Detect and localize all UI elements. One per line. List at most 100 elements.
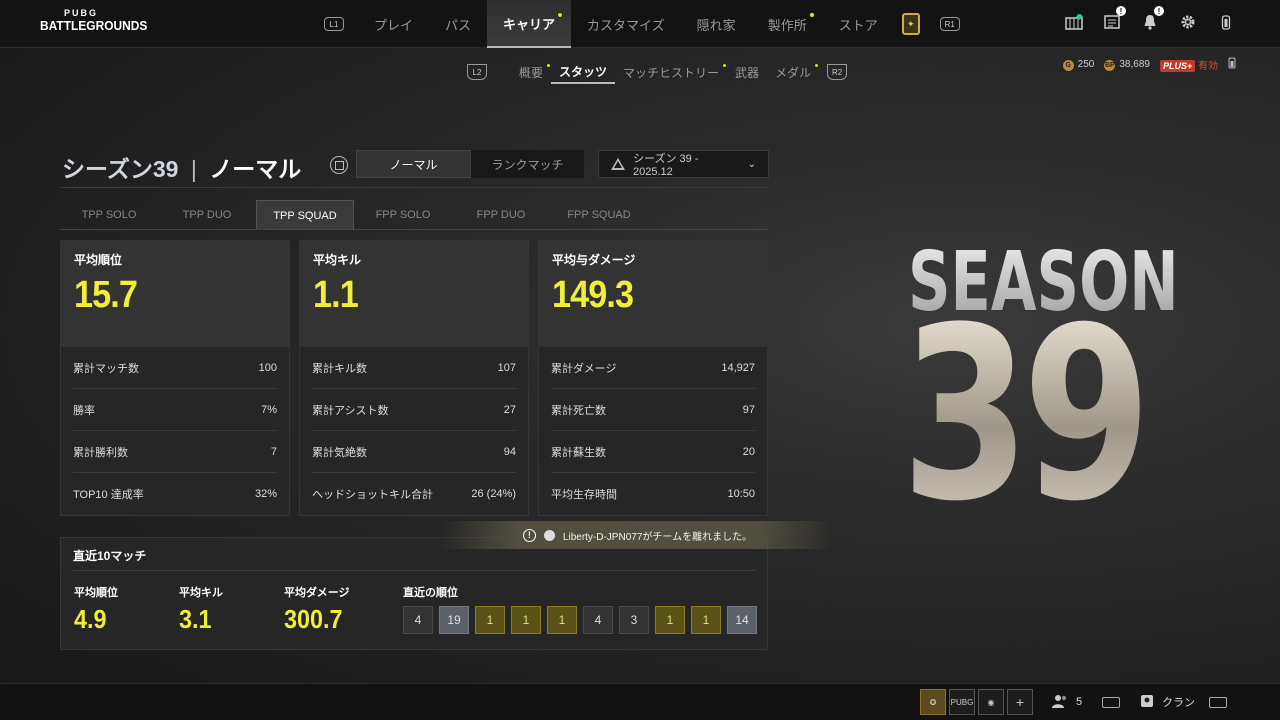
recent-ranks-label-wrap: 直近の順位 [403, 584, 458, 600]
recent-title: 直近10マッチ [73, 549, 147, 563]
subnav-item-3[interactable]: 武器 [727, 60, 767, 84]
tab-tpp-squad[interactable]: TPP SQUAD [256, 200, 354, 230]
gcoin-value: 250 [1077, 58, 1095, 70]
recent-avg-damage-label: 平均ダメージ [284, 587, 350, 599]
mode-toggle[interactable]: ノーマル ランクマッチ [356, 150, 584, 178]
recent-ranks-label: 直近の順位 [403, 587, 458, 599]
subnav-item-2[interactable]: マッチヒストリー [615, 60, 728, 84]
stat-row-value: 107 [497, 361, 516, 374]
gear-icon[interactable] [1178, 12, 1198, 32]
nav-item-label: プレイ [374, 17, 414, 33]
stat-row-label: 累計アシスト数 [312, 404, 389, 417]
plus-badge: PLUS+ [1159, 60, 1196, 72]
main-nav: L1 プレイ パス キャリア カスタマイズ 隠れ家 製作所 ストア ✦ R1 [322, 0, 962, 48]
plus-status: 有効 [1198, 61, 1218, 72]
recent-avg-kill: 平均キル 3.1 [179, 584, 223, 635]
stat-row-label: 累計勝利数 [73, 446, 128, 459]
stat-row-value: 20 [742, 445, 755, 458]
stat-card-label: 平均与ダメージ [552, 253, 636, 267]
tab-tpp-solo[interactable]: TPP SOLO [60, 200, 158, 230]
clan-label: クラン [1162, 697, 1195, 709]
party-icon [1052, 694, 1068, 711]
stat-row-value: 94 [503, 445, 516, 458]
stat-row-label: 累計気絶数 [312, 446, 367, 459]
gcoin-icon: G [1062, 59, 1074, 71]
title-separator: | [190, 156, 197, 182]
nav-item-label: ストア [838, 17, 878, 33]
stat-row-label: 勝率 [73, 404, 95, 417]
nav-item-label: 製作所 [767, 17, 807, 33]
tab-fpp-squad[interactable]: FPP SQUAD [550, 200, 648, 230]
emblem-group: ✪ PUBG ◉ + [920, 688, 1033, 716]
inventory-icon[interactable] [1064, 12, 1084, 32]
r1-button-hint[interactable]: R1 [939, 17, 960, 31]
l2-button-hint[interactable]: L2 [467, 64, 487, 80]
subnav-item-label: スタッツ [559, 64, 608, 79]
nameplate-icon[interactable]: ◉ [978, 689, 1004, 715]
bp-display: BP 38,689 [1104, 59, 1150, 71]
subnav-item-label: 概要 [519, 65, 544, 80]
stats-title-row: シーズン39 | ノーマル ノーマル ランクマッチ シーズン 39 - 2025… [62, 150, 769, 188]
stat-row: 平均生存時間 10:50 [551, 473, 755, 515]
nav-item-0[interactable]: プレイ [358, 0, 429, 48]
l1-button-hint[interactable]: L1 [324, 17, 344, 31]
top-icons: ! ! [1064, 6, 1236, 32]
nav-item-1[interactable]: パス [429, 0, 487, 48]
mode-normal-button[interactable]: ノーマル [356, 150, 471, 178]
add-icon[interactable]: + [1007, 689, 1033, 715]
nav-item-3[interactable]: カスタマイズ [571, 0, 681, 48]
stat-row-label: 累計蘇生数 [551, 446, 606, 459]
nav-item-6[interactable]: ストア [823, 0, 894, 48]
gcoin-display: G 250 [1062, 58, 1095, 71]
stat-row-value: 27 [503, 403, 516, 416]
recent-rank-badge: 1 [691, 606, 721, 634]
tab-tpp-duo[interactable]: TPP DUO [158, 200, 256, 230]
stat-card: 平均順位 15.7 累計マッチ数 100 勝率 7% 累計勝利数 7 TOP10 達成率 32% [60, 240, 290, 516]
nav-item-label: 隠れ家 [696, 17, 736, 33]
subnav-item-label: マッチヒストリー [623, 65, 720, 80]
stat-card-value: 149.3 [552, 274, 634, 316]
clan-group[interactable]: クラン [1140, 688, 1227, 716]
stat-card-head: 平均キル 1.1 [300, 241, 528, 347]
subnav-item-4[interactable]: メダル [767, 60, 820, 84]
stat-row: 累計アシスト数 27 [312, 389, 516, 431]
bell-icon[interactable]: ! [1140, 6, 1164, 32]
recent-rank-badge: 1 [547, 606, 577, 634]
nav-item-2[interactable]: キャリア [487, 0, 572, 48]
stat-row: ヘッドショットキル合計 26 (24%) [312, 473, 516, 515]
recent-rank-badge: 1 [655, 606, 685, 634]
recent-rank-badge: 1 [511, 606, 541, 634]
stat-row: 累計気絶数 94 [312, 431, 516, 473]
stat-row: 累計キル数 107 [312, 347, 516, 389]
recent-rank-badge: 4 [583, 606, 613, 634]
emblem-icon[interactable]: ✪ [920, 689, 946, 715]
stat-row-label: 累計ダメージ [551, 362, 617, 375]
nav-item-4[interactable]: 隠れ家 [681, 0, 752, 48]
stat-row: 累計マッチ数 100 [73, 347, 277, 389]
tab-fpp-duo[interactable]: FPP DUO [452, 200, 550, 230]
sub-nav: L2 概要 スタッツ マッチヒストリー 武器 メダル R2 [465, 60, 849, 84]
news-icon[interactable]: ! [1102, 6, 1126, 32]
subnav-item-label: 武器 [735, 65, 760, 80]
stat-card-head: 平均与ダメージ 149.3 [539, 241, 767, 347]
title-mode: ノーマル [209, 156, 302, 182]
season-select[interactable]: シーズン 39 - 2025.12 ⌄ [598, 150, 769, 178]
card-icon[interactable]: ✦ [901, 13, 920, 35]
title-divider [60, 187, 768, 188]
tab-fpp-solo[interactable]: FPP SOLO [354, 200, 452, 230]
stat-row-label: 累計死亡数 [551, 404, 606, 417]
subnav-item-0[interactable]: 概要 [511, 60, 552, 84]
currency-bar: G 250 BP 38,689 PLUS+ 有効 [1062, 57, 1236, 72]
mode-ranked-button[interactable]: ランクマッチ [471, 150, 584, 178]
season-art: SEASON 39 [895, 235, 1179, 554]
subnav-item-1[interactable]: スタッツ [551, 60, 616, 84]
stat-card-value: 15.7 [74, 274, 138, 316]
season-number: 39 [901, 277, 1152, 554]
party-group[interactable]: 5 [1052, 688, 1121, 716]
recent-avg-rank-label: 平均順位 [74, 587, 118, 599]
nav-item-5[interactable]: 製作所 [752, 0, 823, 48]
r2-button-hint[interactable]: R2 [827, 64, 848, 80]
stat-card-label: 平均キル [313, 253, 362, 267]
pubg-tag-icon[interactable]: PUBG [949, 689, 975, 715]
stat-row: 累計ダメージ 14,927 [551, 347, 755, 389]
